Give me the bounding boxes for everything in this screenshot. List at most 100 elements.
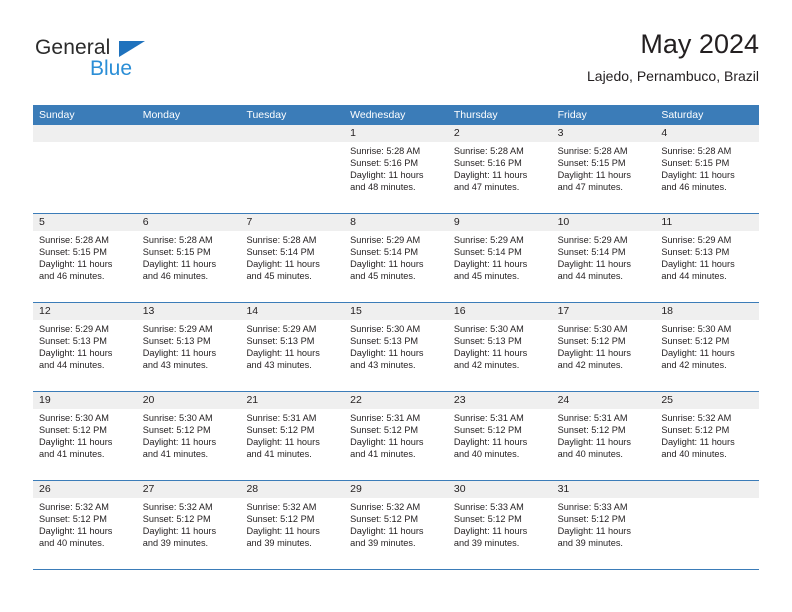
calendar-day-empty — [240, 125, 345, 213]
calendar-day-cell[interactable]: 20 Sunrise: 5:30 AM Sunset: 5:12 PM Dayligh… — [136, 392, 241, 480]
daylight-text-line2: and 42 minutes. — [453, 360, 520, 371]
day-sun-info: Sunrise: 5:30 AM Sunset: 5:13 PM Daylight:… — [448, 320, 552, 371]
calendar-day-cell[interactable]: 1 Sunrise: 5:28 AM Sunset: 5:16 PM Daylight… — [344, 125, 448, 213]
daylight-text-line2: and 43 minutes. — [350, 360, 416, 371]
general-blue-logo[interactable]: General Blue — [33, 36, 233, 88]
sunrise-text: Sunrise: 5:30 AM — [557, 324, 628, 334]
daylight-text-line1: Daylight: 11 hours — [453, 170, 528, 181]
calendar-day-cell[interactable]: 7 Sunrise: 5:28 AM Sunset: 5:14 PM Daylight… — [240, 214, 345, 302]
calendar-day-cell[interactable]: 30 Sunrise: 5:33 AM Sunset: 5:12 PM Dayligh… — [447, 481, 552, 569]
calendar-day-cell[interactable]: 19 Sunrise: 5:30 AM Sunset: 5:12 PM Dayligh… — [33, 392, 137, 480]
sunset-text: Sunset: 5:15 PM — [661, 158, 730, 169]
day-number: 17 — [551, 303, 656, 320]
day-sun-info: Sunrise: 5:29 AM Sunset: 5:14 PM Daylight:… — [552, 231, 656, 282]
day-number: 7 — [240, 214, 345, 231]
daylight-text-line1: Daylight: 11 hours — [246, 348, 320, 359]
day-number: 27 — [136, 481, 241, 498]
weekday-header-monday: Monday — [142, 109, 181, 121]
day-number: 24 — [551, 392, 656, 409]
calendar-day-cell[interactable]: 31 Sunrise: 5:33 AM Sunset: 5:12 PM Dayligh… — [551, 481, 656, 569]
daylight-text-line2: and 44 minutes. — [39, 360, 105, 371]
daylight-text-line2: and 43 minutes. — [246, 360, 312, 371]
sunset-text: Sunset: 5:13 PM — [350, 336, 419, 347]
sunset-text: Sunset: 5:14 PM — [350, 247, 419, 258]
sunset-text: Sunset: 5:12 PM — [557, 336, 626, 347]
sunset-text: Sunset: 5:15 PM — [39, 247, 107, 258]
calendar-day-cell[interactable]: 24 Sunrise: 5:31 AM Sunset: 5:12 PM Dayligh… — [551, 392, 656, 480]
calendar-day-cell[interactable]: 16 Sunrise: 5:30 AM Sunset: 5:13 PM Dayligh… — [447, 303, 552, 391]
sunrise-text: Sunrise: 5:32 AM — [39, 502, 109, 512]
day-sun-info: Sunrise: 5:29 AM Sunset: 5:13 PM Daylight:… — [655, 231, 759, 282]
calendar-day-cell[interactable]: 11 Sunrise: 5:29 AM Sunset: 5:13 PM Dayligh… — [655, 214, 760, 302]
calendar-day-cell[interactable]: 21 Sunrise: 5:31 AM Sunset: 5:12 PM Dayligh… — [240, 392, 345, 480]
day-number: 2 — [447, 125, 552, 142]
calendar-day-cell[interactable]: 27 Sunrise: 5:32 AM Sunset: 5:12 PM Dayligh… — [136, 481, 241, 569]
calendar-day-cell[interactable]: 18 Sunrise: 5:30 AM Sunset: 5:12 PM Dayligh… — [655, 303, 760, 391]
sunset-text: Sunset: 5:12 PM — [350, 514, 419, 525]
sunset-text: Sunset: 5:15 PM — [557, 158, 626, 169]
daylight-text-line1: Daylight: 11 hours — [350, 348, 424, 359]
calendar-day-cell[interactable]: 4 Sunrise: 5:28 AM Sunset: 5:15 PM Daylight… — [655, 125, 760, 213]
calendar-day-cell[interactable]: 14 Sunrise: 5:29 AM Sunset: 5:13 PM Dayligh… — [240, 303, 345, 391]
weekday-header-saturday: Saturday — [661, 109, 704, 121]
day-number: 19 — [33, 392, 137, 409]
sunrise-text: Sunrise: 5:28 AM — [557, 146, 628, 156]
day-sun-info: Sunrise: 5:28 AM Sunset: 5:14 PM Daylight:… — [240, 231, 344, 282]
daylight-text-line2: and 48 minutes. — [350, 182, 416, 193]
calendar-day-cell[interactable]: 15 Sunrise: 5:30 AM Sunset: 5:13 PM Dayligh… — [344, 303, 448, 391]
day-number: 14 — [240, 303, 345, 320]
day-sun-info: Sunrise: 5:29 AM Sunset: 5:14 PM Daylight:… — [344, 231, 448, 282]
day-number: 21 — [240, 392, 345, 409]
calendar-day-cell[interactable]: 6 Sunrise: 5:28 AM Sunset: 5:15 PM Daylight… — [136, 214, 241, 302]
day-number: 9 — [447, 214, 552, 231]
calendar-day-cell[interactable]: 13 Sunrise: 5:29 AM Sunset: 5:13 PM Dayligh… — [136, 303, 241, 391]
day-sun-info: Sunrise: 5:32 AM Sunset: 5:12 PM Daylight:… — [137, 498, 241, 549]
sunset-text: Sunset: 5:12 PM — [661, 336, 730, 347]
daylight-text-line2: and 39 minutes. — [246, 538, 312, 549]
day-sun-info: Sunrise: 5:28 AM Sunset: 5:16 PM Daylight:… — [448, 142, 552, 193]
calendar-day-cell[interactable]: 22 Sunrise: 5:31 AM Sunset: 5:12 PM Dayligh… — [344, 392, 448, 480]
daylight-text-line1: Daylight: 11 hours — [453, 437, 528, 448]
calendar-day-cell[interactable]: 23 Sunrise: 5:31 AM Sunset: 5:12 PM Dayligh… — [447, 392, 552, 480]
calendar-day-cell[interactable]: 3 Sunrise: 5:28 AM Sunset: 5:15 PM Daylight… — [551, 125, 656, 213]
title-block: May 2024 Lajedo, Pernambuco, Brazil — [587, 28, 759, 86]
sunrise-text: Sunrise: 5:30 AM — [142, 413, 213, 423]
daylight-text-line1: Daylight: 11 hours — [142, 437, 217, 448]
sunrise-text: Sunrise: 5:28 AM — [142, 235, 213, 245]
calendar-day-cell[interactable]: 25 Sunrise: 5:32 AM Sunset: 5:12 PM Dayligh… — [655, 392, 760, 480]
daylight-text-line2: and 45 minutes. — [453, 271, 520, 282]
day-number: 18 — [655, 303, 760, 320]
daylight-text-line2: and 42 minutes. — [661, 360, 727, 371]
calendar-day-cell[interactable]: 5 Sunrise: 5:28 AM Sunset: 5:15 PM Daylight… — [33, 214, 137, 302]
day-sun-info: Sunrise: 5:33 AM Sunset: 5:12 PM Daylight:… — [448, 498, 552, 549]
calendar-day-cell[interactable]: 17 Sunrise: 5:30 AM Sunset: 5:12 PM Dayligh… — [551, 303, 656, 391]
calendar-day-cell[interactable]: 8 Sunrise: 5:29 AM Sunset: 5:14 PM Daylight… — [344, 214, 448, 302]
calendar-day-cell[interactable]: 26 Sunrise: 5:32 AM Sunset: 5:12 PM Dayligh… — [33, 481, 137, 569]
day-number — [136, 125, 241, 142]
daylight-text-line1: Daylight: 11 hours — [142, 348, 217, 359]
sunrise-text: Sunrise: 5:29 AM — [246, 324, 317, 334]
calendar-day-cell[interactable]: 29 Sunrise: 5:32 AM Sunset: 5:12 PM Dayligh… — [344, 481, 448, 569]
calendar-day-cell[interactable]: 28 Sunrise: 5:32 AM Sunset: 5:12 PM Dayligh… — [240, 481, 345, 569]
daylight-text-line1: Daylight: 11 hours — [39, 437, 113, 448]
sunset-text: Sunset: 5:13 PM — [142, 336, 211, 347]
sunrise-text: Sunrise: 5:32 AM — [246, 502, 317, 512]
daylight-text-line2: and 39 minutes. — [557, 538, 623, 549]
day-number: 31 — [551, 481, 656, 498]
daylight-text-line2: and 42 minutes. — [557, 360, 623, 371]
calendar-day-cell[interactable]: 9 Sunrise: 5:29 AM Sunset: 5:14 PM Daylight… — [447, 214, 552, 302]
sunset-text: Sunset: 5:12 PM — [661, 425, 730, 436]
sunrise-text: Sunrise: 5:31 AM — [453, 413, 524, 423]
daylight-text-line2: and 41 minutes. — [350, 449, 416, 460]
sunrise-text: Sunrise: 5:29 AM — [453, 235, 524, 245]
page-subtitle: Lajedo, Pernambuco, Brazil — [587, 68, 759, 84]
calendar-day-cell[interactable]: 12 Sunrise: 5:29 AM Sunset: 5:13 PM Dayligh… — [33, 303, 137, 391]
daylight-text-line1: Daylight: 11 hours — [39, 348, 113, 359]
sunset-text: Sunset: 5:12 PM — [350, 425, 419, 436]
daylight-text-line2: and 40 minutes. — [453, 449, 520, 460]
weekday-header-sunday: Sunday — [39, 109, 75, 121]
calendar-day-cell[interactable]: 10 Sunrise: 5:29 AM Sunset: 5:14 PM Dayligh… — [551, 214, 656, 302]
calendar-week-row: 26 Sunrise: 5:32 AM Sunset: 5:12 PM Dayligh… — [33, 481, 760, 570]
calendar-day-cell[interactable]: 2 Sunrise: 5:28 AM Sunset: 5:16 PM Daylight… — [447, 125, 552, 213]
daylight-text-line2: and 40 minutes. — [661, 449, 727, 460]
